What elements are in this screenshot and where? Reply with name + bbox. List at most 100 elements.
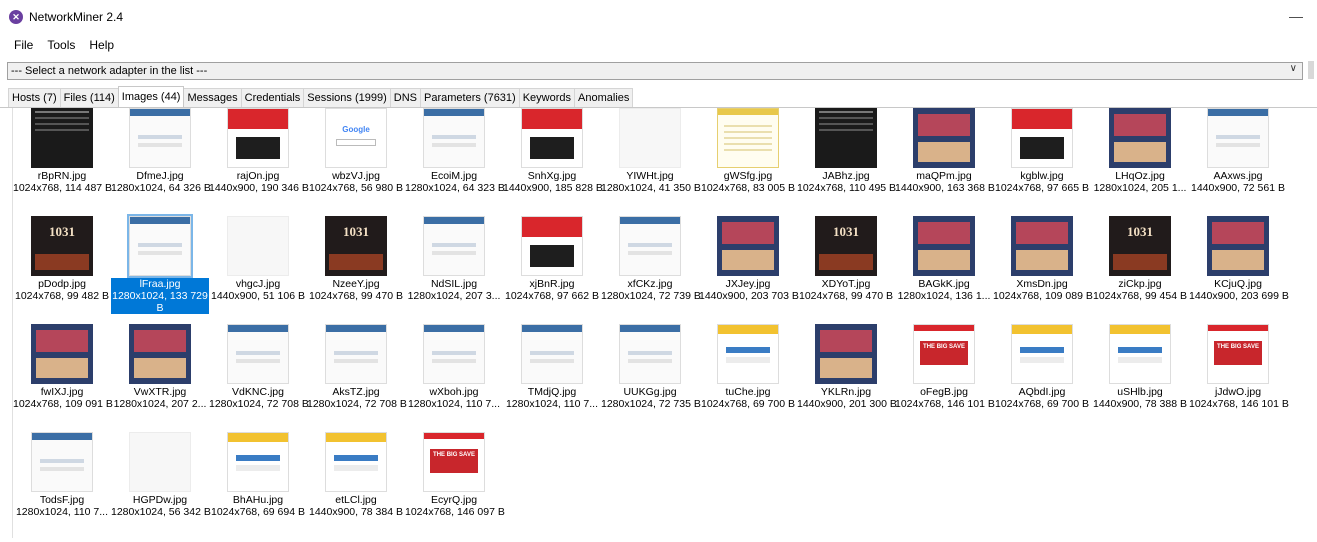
image-item[interactable]: KCjuQ.jpg 1440x900, 203 699 B bbox=[1189, 216, 1289, 302]
image-thumbnail[interactable] bbox=[521, 216, 583, 276]
image-thumbnail[interactable] bbox=[521, 108, 583, 168]
image-thumbnail[interactable] bbox=[815, 324, 877, 384]
tab-sessions[interactable]: Sessions (1999) bbox=[303, 88, 391, 107]
image-thumbnail[interactable] bbox=[1207, 216, 1269, 276]
image-item[interactable]: ziCkp.jpg1024x768, 99 454 B bbox=[1091, 216, 1189, 302]
image-thumbnail[interactable] bbox=[1207, 108, 1269, 168]
image-thumbnail[interactable] bbox=[619, 108, 681, 168]
image-item[interactable]: wbzVJ.jpg1024x768, 56 980 B bbox=[307, 108, 405, 194]
image-thumbnail[interactable] bbox=[1109, 216, 1171, 276]
image-item[interactable]: TMdjQ.jpg 1280x1024, 110 7... bbox=[503, 324, 601, 410]
image-item[interactable]: VwXTR.jpg 1280x1024, 207 2... bbox=[111, 324, 209, 410]
network-adapter-select[interactable]: --- Select a network adapter in the list… bbox=[7, 62, 1303, 80]
image-thumbnail[interactable] bbox=[619, 324, 681, 384]
image-item[interactable]: rajOn.jpg 1440x900, 190 346 B bbox=[209, 108, 309, 194]
image-item[interactable]: XmsDn.jpg 1024x768, 109 089 B bbox=[993, 216, 1093, 302]
tab-dns[interactable]: DNS bbox=[389, 88, 421, 107]
image-item[interactable]: etLCl.jpg 1440x900, 78 384 B bbox=[307, 432, 405, 518]
image-thumbnail[interactable] bbox=[325, 432, 387, 492]
tab-messages[interactable]: Messages bbox=[183, 88, 242, 107]
image-thumbnail[interactable] bbox=[815, 216, 877, 276]
tab-parameters[interactable]: Parameters (7631) bbox=[420, 88, 520, 107]
image-thumbnail[interactable] bbox=[127, 214, 193, 278]
image-item[interactable]: jJdwO.jpg1024x768, 146 101 B bbox=[1189, 324, 1289, 410]
image-thumbnail[interactable] bbox=[913, 216, 975, 276]
tab-keywords[interactable]: Keywords bbox=[518, 88, 576, 107]
image-thumbnail[interactable] bbox=[423, 216, 485, 276]
image-item[interactable]: kgblw.jpg 1024x768, 97 665 B bbox=[993, 108, 1091, 194]
image-thumbnail[interactable] bbox=[31, 216, 93, 276]
image-item[interactable]: BhAHu.jpg 1024x768, 69 694 B bbox=[209, 432, 307, 518]
minimize-button[interactable]: — bbox=[1289, 8, 1303, 24]
image-item[interactable]: YIWHt.jpg 1280x1024, 41 350 B bbox=[601, 108, 701, 194]
image-thumbnail[interactable] bbox=[1207, 324, 1269, 384]
image-item[interactable]: JXJey.jpg 1440x900, 203 703 B bbox=[699, 216, 799, 302]
image-item[interactable]: gWSfg.jpg 1024x768, 83 005 B bbox=[699, 108, 797, 194]
image-thumbnail[interactable] bbox=[325, 216, 387, 276]
image-thumbnail[interactable] bbox=[129, 324, 191, 384]
image-item[interactable]: oFegB.jpg1024x768, 146 101 B bbox=[895, 324, 995, 410]
image-thumbnail[interactable] bbox=[227, 216, 289, 276]
image-item[interactable]: wXboh.jpg 1280x1024, 110 7... bbox=[405, 324, 503, 410]
image-item[interactable]: UUKGg.jpg 1280x1024, 72 735 B bbox=[601, 324, 701, 410]
image-thumbnail[interactable] bbox=[815, 108, 877, 168]
image-thumbnail[interactable] bbox=[129, 108, 191, 168]
menu-tools[interactable]: Tools bbox=[47, 38, 75, 52]
image-item[interactable]: AAxws.jpg 1440x900, 72 561 B bbox=[1189, 108, 1287, 194]
image-item[interactable]: vhgcJ.jpg 1440x900, 51 106 B bbox=[209, 216, 307, 302]
image-thumbnail[interactable] bbox=[31, 432, 93, 492]
image-item[interactable]: lFraa.jpg 1280x1024, 133 729 B bbox=[111, 214, 209, 314]
toolbar-scrollbar[interactable] bbox=[1308, 61, 1314, 79]
image-thumbnail[interactable] bbox=[423, 108, 485, 168]
image-thumbnail[interactable] bbox=[717, 324, 779, 384]
image-thumbnail[interactable] bbox=[913, 108, 975, 168]
menu-file[interactable]: File bbox=[14, 38, 33, 52]
image-item[interactable]: JABhz.jpg 1024x768, 110 495 B bbox=[797, 108, 896, 194]
image-thumbnail[interactable] bbox=[1109, 324, 1171, 384]
image-thumbnail[interactable] bbox=[31, 108, 93, 168]
tab-hosts[interactable]: Hosts (7) bbox=[8, 88, 61, 107]
image-thumbnail[interactable] bbox=[913, 324, 975, 384]
image-item[interactable]: EcoiM.jpg 1280x1024, 64 323 B bbox=[405, 108, 505, 194]
image-item[interactable]: uSHlb.jpg 1440x900, 78 388 B bbox=[1091, 324, 1189, 410]
image-thumbnail[interactable] bbox=[423, 432, 485, 492]
image-thumbnail[interactable] bbox=[1011, 108, 1073, 168]
image-item[interactable]: DfmeJ.jpg 1280x1024, 64 326 B bbox=[111, 108, 211, 194]
image-thumbnail[interactable] bbox=[325, 324, 387, 384]
chevron-down-icon[interactable]: ∨ bbox=[1290, 63, 1297, 74]
menu-help[interactable]: Help bbox=[89, 38, 114, 52]
tab-anomalies[interactable]: Anomalies bbox=[574, 88, 634, 107]
image-item[interactable]: NdSIL.jpg 1280x1024, 207 3... bbox=[405, 216, 503, 302]
image-thumbnail[interactable] bbox=[717, 216, 779, 276]
image-item[interactable]: AQbdI.jpg 1024x768, 69 700 B bbox=[993, 324, 1091, 410]
image-item[interactable]: YKLRn.jpg 1440x900, 201 300 B bbox=[797, 324, 897, 410]
image-thumbnail[interactable] bbox=[325, 108, 387, 168]
image-thumbnail[interactable] bbox=[1109, 108, 1171, 168]
image-item[interactable]: xfCKz.jpg 1280x1024, 72 739 B bbox=[601, 216, 701, 302]
tab-credentials[interactable]: Credentials bbox=[240, 88, 305, 107]
image-item[interactable]: LHqOz.jpg 1280x1024, 205 1... bbox=[1091, 108, 1189, 194]
image-thumbnail[interactable] bbox=[423, 324, 485, 384]
image-thumbnail[interactable] bbox=[129, 432, 191, 492]
image-thumbnail[interactable] bbox=[227, 432, 289, 492]
image-thumbnail[interactable] bbox=[227, 324, 289, 384]
image-item[interactable]: tuChe.jpg 1024x768, 69 700 B bbox=[699, 324, 797, 410]
image-item[interactable]: xjBnR.jpg 1024x768, 97 662 B bbox=[503, 216, 601, 302]
image-item[interactable]: rBpRN.jpg 1024x768, 114 487 B bbox=[13, 108, 112, 194]
image-thumbnail[interactable] bbox=[619, 216, 681, 276]
image-thumbnail[interactable] bbox=[31, 324, 93, 384]
image-item[interactable]: fwIXJ.jpg 1024x768, 109 091 B bbox=[13, 324, 113, 410]
tab-images[interactable]: Images (44) bbox=[117, 86, 185, 107]
image-item[interactable]: SnhXg.jpg 1440x900, 185 828 B bbox=[503, 108, 603, 194]
image-item[interactable]: XDYoT.jpg1024x768, 99 470 B bbox=[797, 216, 895, 302]
image-thumbnail[interactable] bbox=[1011, 216, 1073, 276]
image-item[interactable]: NzeeY.jpg1024x768, 99 470 B bbox=[307, 216, 405, 302]
image-item[interactable]: maQPm.jpg 1440x900, 163 368 B bbox=[895, 108, 995, 194]
image-item[interactable]: BAGkK.jpg 1280x1024, 136 1... bbox=[895, 216, 993, 302]
image-thumbnail[interactable] bbox=[521, 324, 583, 384]
image-item[interactable]: AksTZ.jpg 1280x1024, 72 708 B bbox=[307, 324, 407, 410]
image-item[interactable]: VdKNC.jpg 1280x1024, 72 708 B bbox=[209, 324, 309, 410]
image-thumbnail[interactable] bbox=[1011, 324, 1073, 384]
image-item[interactable]: pDodp.jpg1024x768, 99 482 B bbox=[13, 216, 111, 302]
image-item[interactable]: EcyrQ.jpg1024x768, 146 097 B bbox=[405, 432, 505, 518]
